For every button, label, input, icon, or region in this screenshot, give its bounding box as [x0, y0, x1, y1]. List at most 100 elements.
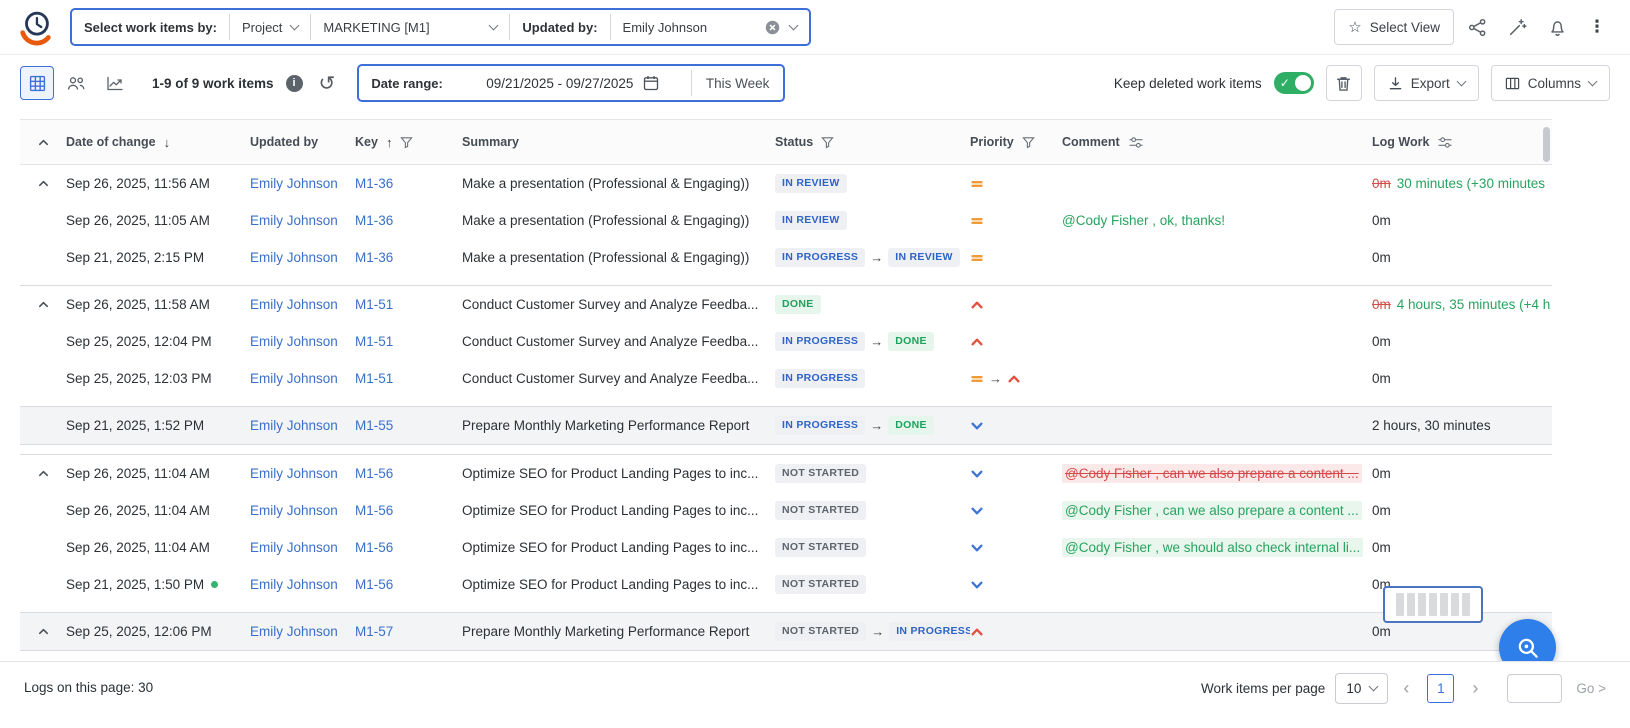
delete-button[interactable] — [1326, 65, 1362, 101]
priority-filter-icon[interactable] — [1022, 136, 1035, 149]
go-button[interactable]: Go > — [1576, 681, 1606, 696]
status-badge: DONE — [775, 295, 821, 314]
status-badge: NOT STARTED — [775, 538, 866, 557]
status-badge: IN PROGRESS — [775, 332, 865, 351]
keep-deleted-toggle[interactable]: ✓ — [1274, 72, 1314, 94]
col-updated-by[interactable]: Updated by — [250, 135, 318, 149]
current-page-button[interactable]: 1 — [1427, 674, 1454, 703]
priority-high-icon — [1007, 372, 1021, 386]
collapse-group-icon[interactable] — [37, 177, 50, 190]
updated-by-dropdown[interactable]: Emily Johnson — [611, 10, 809, 44]
vertical-scrollbar[interactable] — [1543, 127, 1550, 162]
work-item-key-link[interactable]: M1-57 — [355, 624, 393, 639]
activity-row: Sep 26, 2025, 11:04 AMEmily JohnsonM1-56… — [20, 529, 1552, 566]
magic-wand-button[interactable] — [1500, 10, 1534, 44]
activity-row: Sep 21, 2025, 2:15 PMEmily JohnsonM1-36M… — [20, 239, 1552, 276]
columns-button[interactable]: Columns — [1491, 65, 1610, 101]
status-filter-icon[interactable] — [821, 136, 834, 149]
col-comment[interactable]: Comment — [1062, 135, 1120, 149]
work-item-summary: Optimize SEO for Product Landing Pages t… — [462, 540, 758, 555]
col-log-work[interactable]: Log Work — [1372, 135, 1429, 149]
pagination: Work items per page 10 ‹ 1 › Go > — [1201, 670, 1606, 706]
sort-desc-icon[interactable]: ↓ — [164, 135, 171, 150]
prev-page-button[interactable]: ‹ — [1398, 678, 1414, 699]
refresh-icon[interactable]: ↺ — [319, 71, 336, 96]
priority-medium-icon — [970, 214, 984, 228]
skeleton-bar — [1451, 593, 1459, 616]
log-work-value: 0m — [1372, 213, 1391, 228]
collapse-all-icon[interactable] — [37, 136, 50, 149]
per-page-label: Work items per page — [1201, 681, 1325, 696]
updated-by-link[interactable]: Emily Johnson — [250, 577, 338, 592]
export-button[interactable]: Export — [1374, 65, 1479, 101]
col-priority[interactable]: Priority — [970, 135, 1014, 149]
download-icon — [1388, 76, 1403, 91]
more-options-button[interactable]: ⋮ — [1580, 10, 1614, 44]
collapse-group-icon[interactable] — [37, 467, 50, 480]
work-item-key-link[interactable]: M1-56 — [355, 466, 393, 481]
filter-mode-dropdown[interactable]: Project — [230, 10, 310, 44]
table-view-button[interactable] — [20, 66, 54, 100]
date-preset-this-week[interactable]: This Week — [692, 66, 784, 100]
select-view-button[interactable]: ☆ Select View — [1334, 9, 1454, 45]
chevron-down-icon — [1588, 76, 1598, 86]
chart-view-button[interactable] — [98, 66, 132, 100]
clear-filter-icon[interactable] — [765, 20, 780, 35]
status-badge: IN PROGRESS — [775, 248, 865, 267]
updated-by-link[interactable]: Emily Johnson — [250, 540, 338, 555]
date-range-picker[interactable]: 09/21/2025 - 09/27/2025 — [455, 66, 691, 100]
sort-asc-icon[interactable]: ↑ — [386, 135, 393, 150]
priority-medium-icon — [970, 372, 984, 386]
work-item-key-link[interactable]: M1-36 — [355, 176, 393, 191]
select-work-items-label: Select work items by: — [72, 10, 229, 44]
status-badge: NOT STARTED — [775, 501, 866, 520]
updated-by-link[interactable]: Emily Johnson — [250, 624, 338, 639]
updated-by-link[interactable]: Emily Johnson — [250, 503, 338, 518]
col-status[interactable]: Status — [775, 135, 813, 149]
updated-by-link[interactable]: Emily Johnson — [250, 176, 338, 191]
work-item-summary: Make a presentation (Professional & Enga… — [462, 176, 749, 191]
skeleton-bar — [1396, 593, 1404, 616]
people-view-button[interactable] — [59, 66, 93, 100]
work-item-key-link[interactable]: M1-51 — [355, 371, 393, 386]
project-dropdown[interactable]: MARKETING [M1] — [311, 10, 509, 44]
work-item-key-link[interactable]: M1-51 — [355, 297, 393, 312]
notifications-bell-button[interactable] — [1540, 10, 1574, 44]
updated-by-link[interactable]: Emily Johnson — [250, 466, 338, 481]
change-date: Sep 25, 2025, 12:03 PM — [66, 371, 212, 386]
updated-by-link[interactable]: Emily Johnson — [250, 334, 338, 349]
work-item-key-link[interactable]: M1-36 — [355, 213, 393, 228]
skeleton-bar — [1429, 593, 1437, 616]
toolbar-right: Keep deleted work items ✓ Export Columns — [1114, 65, 1610, 101]
share-button[interactable] — [1460, 10, 1494, 44]
info-icon[interactable]: i — [286, 75, 303, 92]
work-item-key-link[interactable]: M1-55 — [355, 418, 393, 433]
collapse-group-icon[interactable] — [37, 625, 50, 638]
work-item-key-link[interactable]: M1-36 — [355, 250, 393, 265]
work-item-key-link[interactable]: M1-51 — [355, 334, 393, 349]
col-date-of-change[interactable]: Date of change — [66, 135, 156, 149]
page-jump-input[interactable] — [1507, 674, 1562, 703]
log-work-value: 2 hours, 30 minutes — [1372, 418, 1491, 433]
work-item-key-link[interactable]: M1-56 — [355, 540, 393, 555]
work-item-key-link[interactable]: M1-56 — [355, 503, 393, 518]
key-filter-icon[interactable] — [400, 136, 413, 149]
per-page-select[interactable]: 10 — [1335, 673, 1388, 704]
log-work-value: 0m — [1372, 334, 1391, 349]
col-key[interactable]: Key — [355, 135, 378, 149]
comment-settings-icon[interactable] — [1128, 136, 1144, 149]
updated-by-link[interactable]: Emily Johnson — [250, 371, 338, 386]
updated-by-link[interactable]: Emily Johnson — [250, 418, 338, 433]
collapse-group-icon[interactable] — [37, 298, 50, 311]
activity-table: Date of change ↓ Updated by Key ↑ Summary… — [20, 119, 1552, 651]
logwork-settings-icon[interactable] — [1437, 136, 1453, 149]
activity-row: Sep 21, 2025, 1:50 PMEmily JohnsonM1-56O… — [20, 566, 1552, 603]
updated-by-link[interactable]: Emily Johnson — [250, 297, 338, 312]
updated-by-link[interactable]: Emily Johnson — [250, 250, 338, 265]
log-work-value: 0m — [1372, 540, 1391, 555]
work-item-key-link[interactable]: M1-56 — [355, 577, 393, 592]
status-badge: NOT STARTED — [775, 575, 866, 594]
col-summary[interactable]: Summary — [462, 135, 519, 149]
updated-by-link[interactable]: Emily Johnson — [250, 213, 338, 228]
next-page-button[interactable]: › — [1467, 678, 1483, 699]
